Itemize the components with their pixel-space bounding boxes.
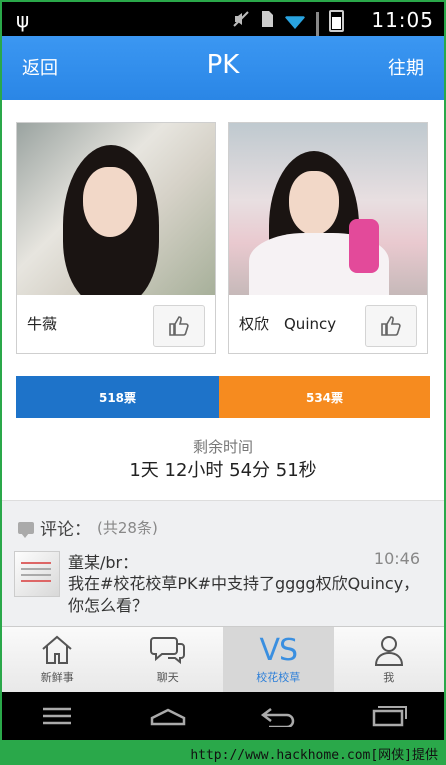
thumbs-up-icon (381, 316, 401, 336)
signal-icon (316, 12, 319, 56)
like-button-left[interactable] (153, 305, 205, 347)
contestant-card-right[interactable]: 权欣 Quincy (228, 122, 428, 354)
comments-label: 评论： (40, 520, 91, 540)
vote-bar: 518票 534票 (16, 376, 430, 418)
comment-text: 我在#校花校草PK#中支持了gggg权欣Quincy，你怎么看？ (68, 574, 420, 615)
phone-screen: ψ 11:05 返回 PK 往期 牛薇 权欣 Quincy 518票 534票 … (2, 2, 444, 740)
watermark-url: http://www.hackhome.com[网侠]提供 (190, 748, 438, 763)
vs-icon: VS (259, 632, 298, 668)
tab-pk[interactable]: VS 校花校草 (223, 627, 334, 693)
tab-news[interactable]: 新鲜事 (2, 627, 113, 693)
sim-icon (260, 10, 274, 32)
contestant-name-right: 权欣 Quincy (239, 315, 337, 333)
tab-news-label: 新鲜事 (40, 671, 74, 684)
like-button-right[interactable] (365, 305, 417, 347)
comments-header: 评论： (共28条) (18, 515, 158, 540)
recent-apps-icon[interactable] (359, 701, 419, 731)
comment-time: 10:46 (373, 549, 420, 568)
tab-chat-label: 聊天 (156, 671, 179, 684)
avatar[interactable] (14, 551, 60, 597)
system-nav-bar (2, 692, 444, 740)
home-nav-icon[interactable] (138, 701, 198, 731)
title-bar: 返回 PK 往期 (2, 36, 444, 100)
tab-me-label: 我 (383, 671, 395, 684)
bottom-tab-bar: 新鲜事 聊天 VS 校花校草 我 (2, 626, 444, 693)
status-time: 11:05 (371, 8, 434, 32)
chat-icon (149, 633, 186, 667)
remaining-time-label: 剩余时间 (192, 438, 253, 456)
vote-count-left: 518票 (16, 376, 219, 418)
contestant-card-left[interactable]: 牛薇 (16, 122, 216, 354)
comment-author[interactable]: 童某/br： (68, 549, 138, 573)
history-button[interactable]: 往期 (388, 54, 424, 80)
battery-icon (329, 10, 344, 32)
person-icon (372, 633, 406, 667)
comment-icon (18, 521, 34, 538)
contestant-photo-right[interactable] (229, 123, 427, 295)
menu-icon[interactable] (27, 701, 87, 731)
usb-icon: ψ (16, 8, 30, 32)
remaining-time-value: 1天 12小时 54分 51秒 (129, 460, 317, 481)
tab-pk-label: 校花校草 (256, 671, 301, 684)
thumbs-up-icon (169, 316, 189, 336)
contestant-photo-left[interactable] (17, 123, 215, 295)
status-icons (232, 10, 344, 56)
pk-cards: 牛薇 权欣 Quincy (2, 100, 444, 362)
mute-icon (232, 10, 250, 32)
comments-count: (共28条) (97, 519, 158, 537)
status-bar: ψ 11:05 (2, 2, 444, 56)
vote-count-right: 534票 (219, 376, 430, 418)
tab-me[interactable]: 我 (334, 627, 445, 693)
back-nav-icon[interactable] (248, 701, 308, 731)
contestant-name-left: 牛薇 (27, 315, 58, 333)
watermark-footer: http://www.hackhome.com[网侠]提供 (0, 740, 446, 765)
wifi-icon (284, 16, 306, 29)
comments-section: 评论： (共28条) 童某/br： 10:46 我在#校花校草PK#中支持了gg… (2, 500, 444, 627)
tab-chat[interactable]: 聊天 (113, 627, 224, 693)
page-title: PK (206, 50, 240, 80)
home-icon (40, 633, 74, 667)
